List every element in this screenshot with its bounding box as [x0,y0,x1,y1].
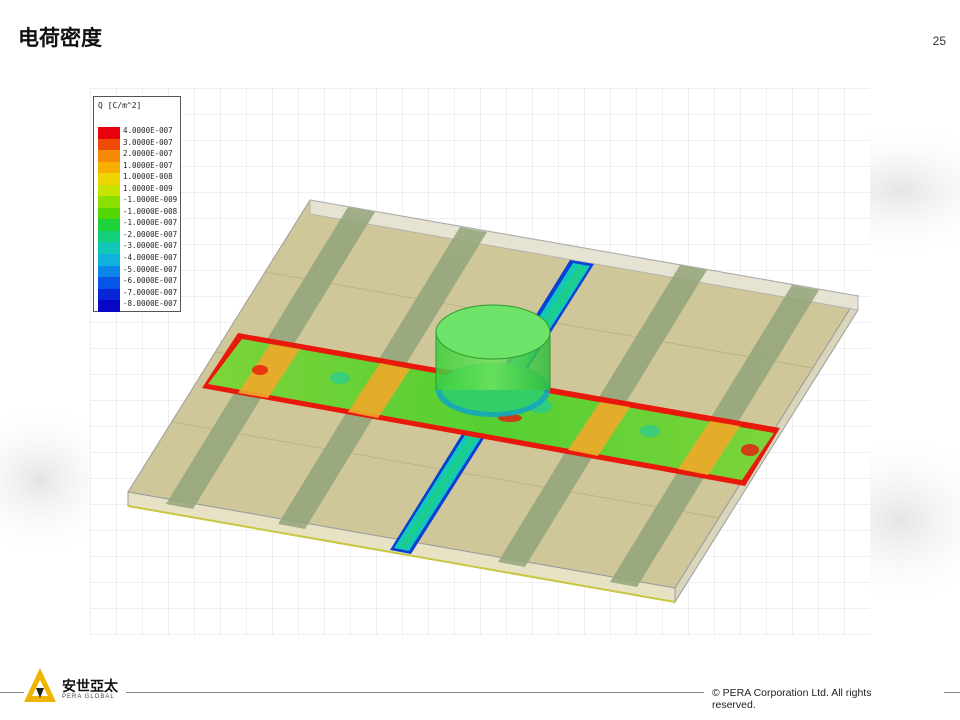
legend-swatch [98,254,120,266]
logo-mark-icon [24,668,56,702]
legend-label: 4.0000E-007 [123,126,173,135]
legend-rows: 4.0000E-007 3.0000E-007 2.0000E-007 1.0000E… [98,127,180,312]
copyright-text: © PERA Corporation Ltd. All rights reser… [712,687,872,711]
legend-label: -1.0000E-008 [123,206,178,216]
legend-swatch [98,150,120,162]
legend-label: 3.0000E-007 [123,137,173,147]
legend-label: 1.0000E-009 [123,183,173,193]
color-legend: Q [C/m^2] 4.0000E-007 3.0000E-007 2.0000E-… [93,96,181,312]
legend-row: 1.0000E-008 [98,173,180,185]
legend-row: -6.0000E-007 [98,277,180,289]
legend-row: -4.0000E-007 [98,254,180,266]
legend-label: -4.0000E-007 [123,253,178,263]
legend-swatch [98,207,120,220]
legend-row: -8.0000E-007 [98,300,180,312]
legend-label: -5.0000E-007 [123,264,178,274]
legend-swatch [98,230,120,243]
legend-swatch [98,138,120,151]
legend-swatch [98,161,120,174]
legend-swatch [98,277,120,289]
legend-label: 2.0000E-007 [123,149,173,159]
legend-swatch [98,242,120,255]
footer-line-middle [126,692,704,693]
legend-label: -1.0000E-009 [123,195,178,205]
legend-label: -1.0000E-007 [123,218,178,228]
legend-swatch [98,288,120,301]
legend-swatch [98,219,120,231]
legend-label: 1.0000E-007 [123,160,173,170]
slide-title: 电荷密度 [18,26,102,50]
pera-logo: 安世亞太 PERA GLOBAL [22,664,132,708]
legend-swatch [98,196,120,208]
simulation-view [90,88,870,636]
footer-line-left [0,692,24,693]
legend-title: Q [C/m^2] [98,101,142,110]
legend-label: -7.0000E-007 [123,287,178,297]
legend-swatch [98,184,120,197]
logo-text: 安世亞太 [62,679,118,695]
legend-row: 4.0000E-007 [98,127,180,139]
legend-label: -6.0000E-007 [123,276,178,286]
legend-swatch [98,265,120,278]
legend-label: -2.0000E-007 [123,229,178,239]
legend-label: -8.0000E-007 [123,299,178,309]
legend-row: 2.0000E-007 [98,150,180,162]
footer-line-right [944,692,960,693]
legend-swatch [98,127,120,139]
legend-label: 1.0000E-008 [123,172,173,182]
legend-swatch [98,300,120,312]
cylinder-top [435,304,551,360]
charge-density-plot [90,88,870,636]
logo-subtext: PERA GLOBAL [62,694,115,700]
legend-label: -3.0000E-007 [123,241,178,251]
page-number: 25 [932,34,946,48]
legend-swatch [98,173,120,185]
